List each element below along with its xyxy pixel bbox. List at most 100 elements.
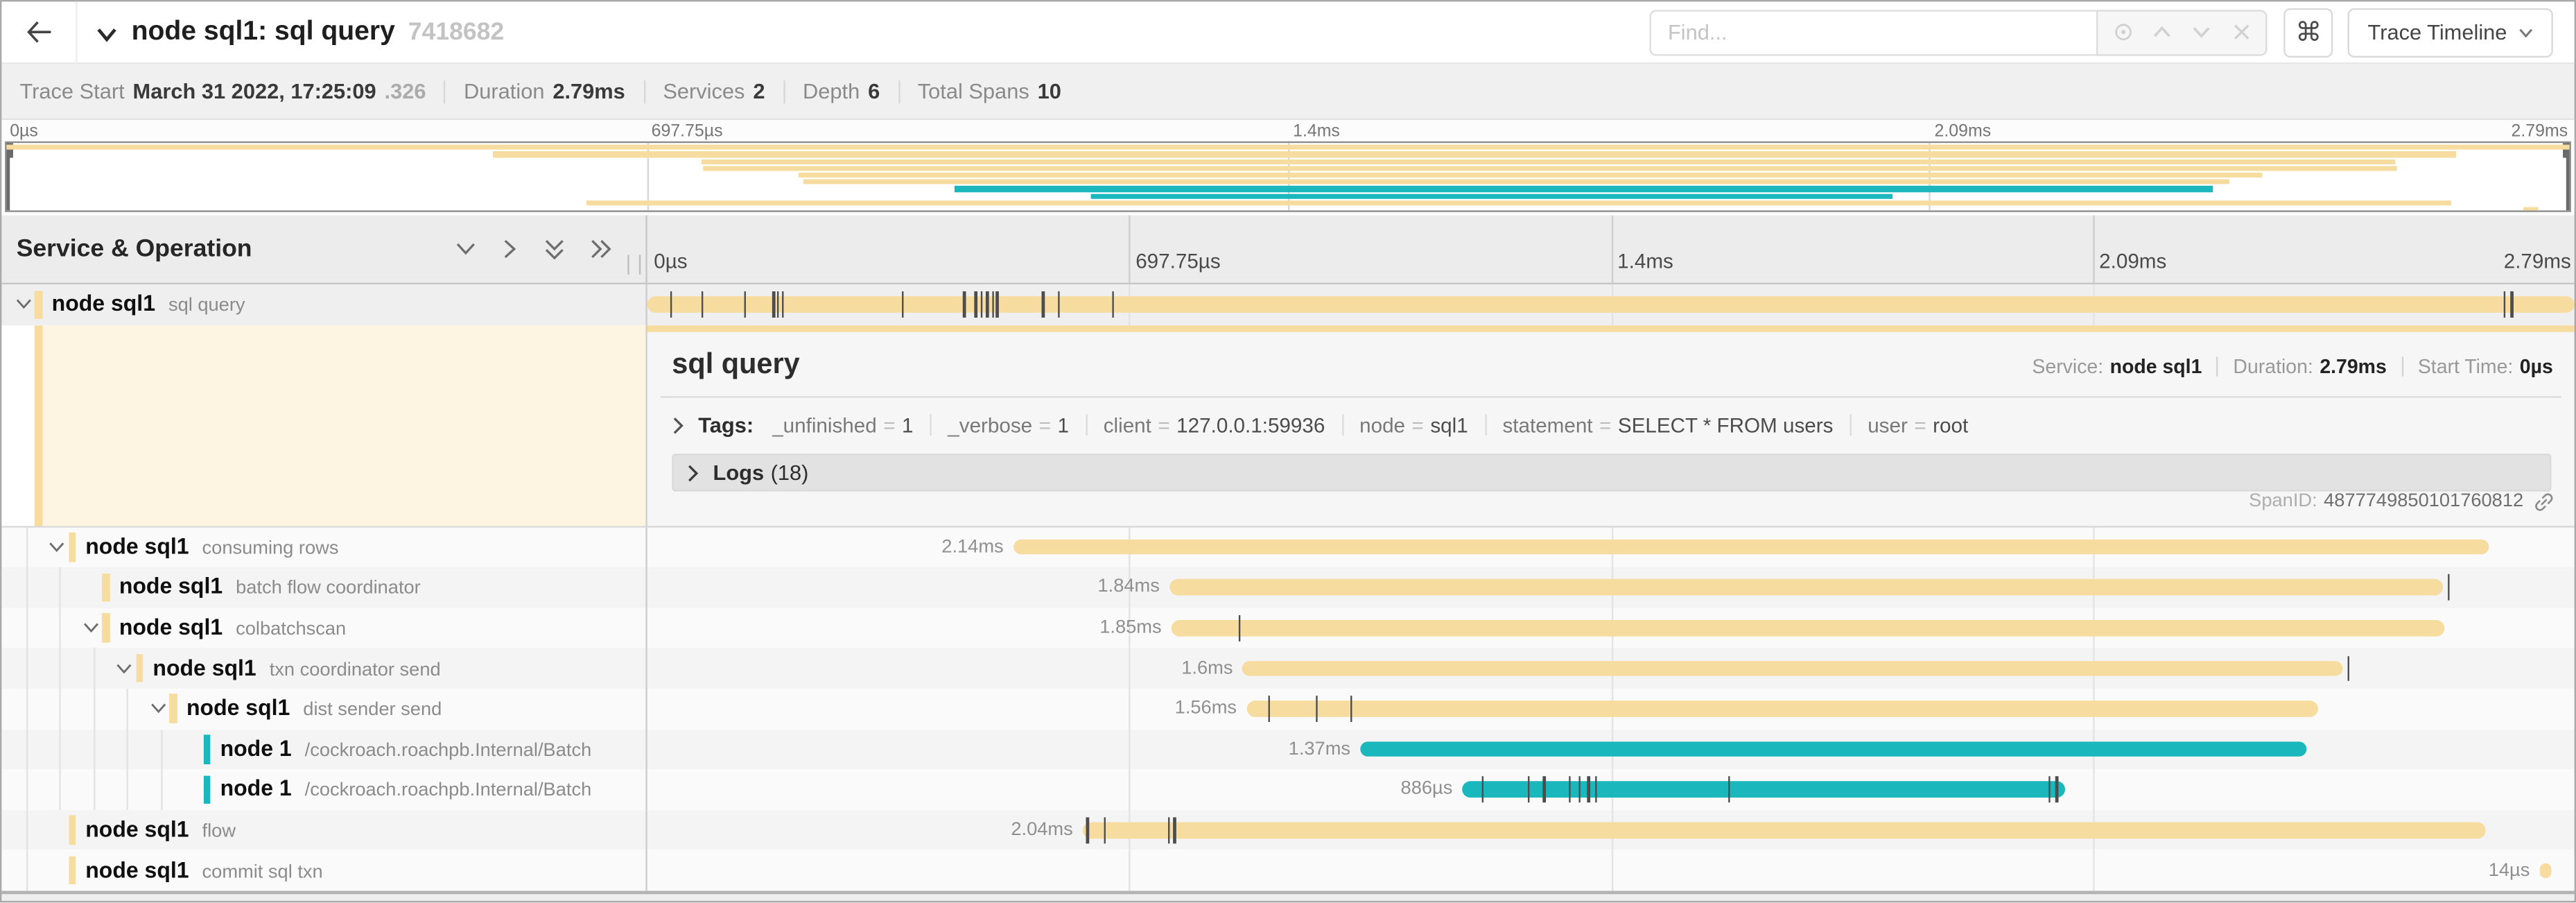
locate-icon[interactable]: [2103, 10, 2143, 53]
gridline: [1611, 850, 1612, 891]
collapse-all-icon[interactable]: [542, 237, 567, 260]
tree-indent-guide: [93, 729, 94, 769]
clear-search-icon[interactable]: [2222, 10, 2261, 53]
service-name: node sql1: [186, 696, 290, 721]
minimap-right-scrubber[interactable]: [2566, 143, 2570, 210]
minimap-left-scrubber[interactable]: [6, 143, 10, 210]
span-track[interactable]: 886µs: [647, 769, 2575, 809]
span-bar[interactable]: [1169, 580, 2443, 596]
span-label-cell[interactable]: node 1/cockroach.roachpb.Internal/Batch: [1, 769, 647, 809]
span-label-cell[interactable]: node sql1sql query: [1, 284, 647, 325]
operation-name: colbatchscan: [236, 620, 346, 639]
span-row: node 1/cockroach.roachpb.Internal/Batch8…: [1, 769, 2574, 809]
link-icon[interactable]: [2533, 491, 2555, 513]
span-track[interactable]: 14µs: [647, 850, 2575, 891]
gridline: [1129, 769, 1131, 809]
span-track[interactable]: 1.6ms: [647, 648, 2575, 689]
tree-indent-guide: [126, 729, 128, 769]
span-track[interactable]: 2.14ms: [647, 527, 2575, 567]
span-log-tick: [702, 292, 704, 318]
tag-item: statement=SELECT * FROM users: [1502, 413, 1833, 436]
chevron-down-icon[interactable]: [148, 703, 166, 716]
span-label-cell[interactable]: node sql1batch flow coordinator: [1, 567, 647, 608]
span-log-tick: [1239, 615, 1241, 641]
span-name: node sql1commit sql txn: [85, 856, 322, 886]
jaeger-trace-view: node sql1: sql query 7418682: [0, 0, 2576, 903]
span-log-tick: [2347, 655, 2349, 681]
trace-meta-bar: Trace StartMarch 31 2022, 17:25:09.326Du…: [1, 64, 2574, 120]
back-button[interactable]: [1, 1, 77, 62]
scale-wrapper: node sql1: sql query 7418682: [0, 0, 2576, 903]
tree-indent-guide: [160, 729, 162, 769]
span-bar[interactable]: [1172, 620, 2445, 636]
span-track[interactable]: 1.37ms: [647, 729, 2575, 769]
span-bar[interactable]: [1463, 782, 2066, 798]
tag-key: statement: [1502, 413, 1592, 436]
collapse-one-icon[interactable]: [453, 240, 478, 258]
top-bar: node sql1: sql query 7418682: [1, 1, 2574, 64]
keyboard-shortcuts-button[interactable]: ⌘: [2284, 8, 2333, 57]
span-color-accent: [102, 614, 110, 643]
span-label-cell[interactable]: node sql1dist sender send: [1, 689, 647, 729]
find-input[interactable]: [1650, 9, 2097, 55]
span-bar[interactable]: [1246, 701, 2318, 717]
find-tools: [2097, 9, 2268, 55]
span-bar[interactable]: [1083, 823, 2486, 839]
span-bar[interactable]: [1360, 741, 2306, 757]
span-label-cell[interactable]: node sql1consuming rows: [1, 527, 647, 567]
tag-value: sql1: [1430, 413, 1468, 436]
tree-indent-guide: [126, 689, 128, 729]
chevron-down-icon[interactable]: [48, 540, 66, 553]
span-bar[interactable]: [2540, 863, 2552, 879]
divider: [643, 80, 645, 103]
span-log-tick: [1087, 818, 1089, 843]
chevron-down-icon[interactable]: [14, 298, 32, 311]
span-track[interactable]: 1.56ms: [647, 689, 2575, 729]
span-label-cell[interactable]: node sql1flow: [1, 810, 647, 850]
tree-indent-guide: [93, 769, 94, 809]
horizontal-scrollbar-track[interactable]: [1, 891, 2574, 903]
span-bar[interactable]: [1243, 661, 2343, 677]
tree-indent-guide: [26, 769, 27, 809]
chevron-down-icon[interactable]: [81, 621, 99, 635]
tree-indent-guide: [59, 689, 60, 729]
logs-row[interactable]: Logs (18): [672, 454, 2551, 492]
expand-all-icon[interactable]: [590, 237, 613, 261]
chevron-down-icon[interactable]: [115, 662, 133, 675]
span-label-cell[interactable]: node sql1txn coordinator send: [1, 648, 647, 689]
span-log-tick: [1528, 777, 1530, 802]
span-duration-label: 1.6ms: [1181, 659, 1242, 678]
span-label-cell[interactable]: node sql1commit sql txn: [1, 850, 647, 891]
meta-value: 6: [868, 79, 880, 104]
span-track[interactable]: 2.04ms: [647, 810, 2575, 850]
tag-value: SELECT * FROM users: [1618, 413, 1834, 436]
tag-key: client: [1104, 413, 1151, 436]
next-result-icon[interactable]: [2182, 10, 2222, 53]
column-resizer[interactable]: [627, 255, 641, 274]
minimap-canvas[interactable]: [5, 141, 2571, 212]
span-track[interactable]: 1.85ms: [647, 608, 2575, 648]
trace-view-selector-button[interactable]: Trace Timeline: [2348, 8, 2553, 57]
span-track[interactable]: [647, 284, 2575, 325]
minimap-span: [803, 180, 2229, 185]
meta-value: March 31 2022, 17:25:09: [133, 79, 376, 104]
span-detail-left-column: [1, 325, 647, 525]
gridline: [1129, 689, 1131, 729]
span-bar[interactable]: [647, 297, 2575, 313]
operation-name: batch flow coordinator: [236, 579, 421, 599]
tags-row[interactable]: Tags: _unfinished=1_verbose=1client=127.…: [647, 398, 2575, 438]
span-label-cell[interactable]: node 1/cockroach.roachpb.Internal/Batch: [1, 729, 647, 769]
span-track[interactable]: 1.84ms: [647, 567, 2575, 608]
span-color-accent: [136, 654, 143, 683]
service-name: node 1: [220, 777, 292, 802]
span-stat: Duration:2.79ms: [2233, 355, 2386, 378]
chevron-down-icon[interactable]: [95, 26, 118, 42]
tree-indent-guide: [126, 769, 128, 809]
trace-meta-item: Trace StartMarch 31 2022, 17:25:09.326: [19, 79, 426, 104]
expand-one-icon[interactable]: [501, 237, 519, 261]
span-bar[interactable]: [1013, 540, 2489, 556]
span-row: node sql1batch flow coordinator1.84ms: [1, 567, 2574, 608]
prev-result-icon[interactable]: [2143, 10, 2182, 53]
span-row: node sql1txn coordinator send 1.6ms: [1, 648, 2574, 689]
span-label-cell[interactable]: node sql1colbatchscan: [1, 608, 647, 648]
